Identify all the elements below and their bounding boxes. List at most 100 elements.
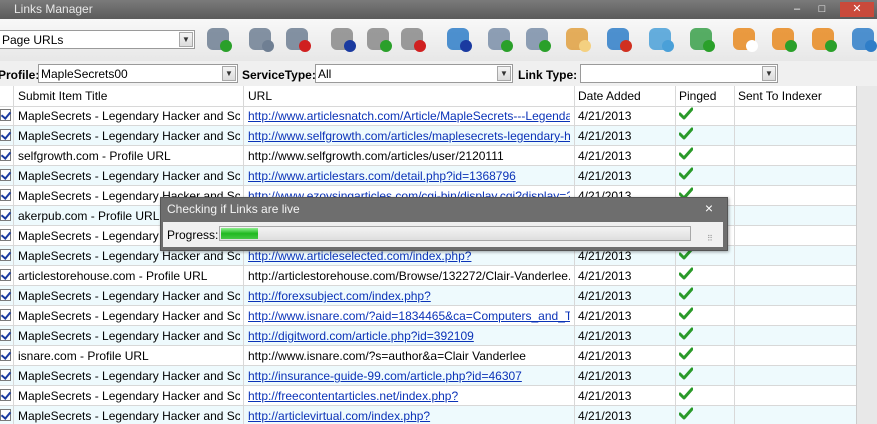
row-checkbox[interactable] <box>0 189 11 201</box>
tag-button[interactable] <box>645 23 677 57</box>
row-url[interactable]: http://www.isnare.com/?s=author&a=Clair … <box>248 349 570 363</box>
link-button[interactable] <box>245 23 277 57</box>
row-title: MapleSecrets - Legendary Hacker and Sc..… <box>18 369 240 383</box>
row-checkbox[interactable] <box>0 169 11 181</box>
row-checkbox[interactable] <box>0 129 11 141</box>
row-url[interactable]: http://www.isnare.com/?aid=1834465&ca=Co… <box>248 309 570 323</box>
table-row[interactable]: MapleSecrets - Legendary Hacker and Sc..… <box>0 126 856 146</box>
checkmark-icon <box>679 307 693 320</box>
row-title: MapleSecrets - Legendary Hacker and Sc..… <box>18 289 240 303</box>
filter-remove-button[interactable] <box>397 23 429 57</box>
column-header-indexer[interactable]: Sent To Indexer <box>738 89 822 103</box>
add-link-button[interactable] <box>203 23 235 57</box>
table-row[interactable]: MapleSecrets - Legendary Hacker and Sc..… <box>0 386 856 406</box>
service-type-value: All <box>318 67 332 81</box>
table-row[interactable]: MapleSecrets - Legendary Hacker and Sc..… <box>0 166 856 186</box>
view-select[interactable]: Page URLs ▼ <box>0 30 195 49</box>
minimize-button[interactable]: – <box>785 2 809 17</box>
column-header-pinged[interactable]: Pinged <box>679 89 716 103</box>
row-checkbox[interactable] <box>0 109 11 121</box>
column-divider <box>574 86 575 424</box>
table-row[interactable]: selfgrowth.com - Profile URL http://www.s… <box>0 146 856 166</box>
filter-check-button[interactable] <box>327 23 359 57</box>
row-checkbox[interactable] <box>0 249 11 261</box>
row-date: 4/21/2013 <box>578 109 632 123</box>
toolbar: Page URLs ▼ <box>0 19 877 62</box>
table-row[interactable]: MapleSecrets - Legendary Hacker and Sc..… <box>0 406 856 424</box>
row-title: MapleSecrets - Legendary Hacker and Sc..… <box>18 409 240 423</box>
row-url[interactable]: http://www.selfgrowth.com/articles/maple… <box>248 129 570 143</box>
table-row[interactable]: MapleSecrets - Legendary Hacker and Sc..… <box>0 106 856 126</box>
row-title: selfgrowth.com - Profile URL <box>18 149 171 163</box>
row-checkbox[interactable] <box>0 349 11 361</box>
window-title: Links Manager <box>14 2 93 16</box>
column-header-title[interactable]: Submit Item Title <box>18 89 107 103</box>
network-button[interactable] <box>443 23 475 57</box>
row-url[interactable]: http://www.articlesnatch.com/Article/Map… <box>248 109 570 123</box>
column-divider <box>734 86 735 424</box>
row-url[interactable]: http://forexsubject.com/index.php? <box>248 289 570 303</box>
globe-button[interactable] <box>603 23 635 57</box>
row-url[interactable]: http://www.articlestars.com/detail.php?i… <box>248 169 570 183</box>
rss-button[interactable] <box>729 23 761 57</box>
row-checkbox[interactable] <box>0 149 11 161</box>
remove-link-button[interactable] <box>282 23 314 57</box>
row-checkbox[interactable] <box>0 229 11 241</box>
table-row[interactable]: isnare.com - Profile URL http://www.isnar… <box>0 346 856 366</box>
links-grid: Submit Item Title URL Date Added Pinged … <box>0 86 856 424</box>
row-date: 4/21/2013 <box>578 249 632 263</box>
view-select-value: Page URLs <box>2 33 64 47</box>
table-row[interactable]: MapleSecrets - Legendary Hacker and Sc..… <box>0 286 856 306</box>
row-checkbox[interactable] <box>0 209 11 221</box>
row-checkbox[interactable] <box>0 309 11 321</box>
filter-up-button[interactable] <box>363 23 395 57</box>
checkmark-icon <box>679 347 693 360</box>
maximize-button[interactable]: □ <box>810 2 834 17</box>
row-checkbox[interactable] <box>0 369 11 381</box>
row-checkbox[interactable] <box>0 329 11 341</box>
close-button[interactable]: ✕ <box>840 2 874 17</box>
row-date: 4/21/2013 <box>578 149 632 163</box>
close-icon[interactable]: × <box>701 200 717 216</box>
grid-button[interactable] <box>562 23 594 57</box>
row-title: MapleSecrets - Legendary Hacker and Sc..… <box>18 169 240 183</box>
table-row[interactable]: articlestorehouse.com - Profile URL http:… <box>0 266 856 286</box>
vertical-scrollbar[interactable] <box>856 86 877 424</box>
profile-select[interactable]: MapleSecrets00 ▼ <box>38 64 238 83</box>
table-row[interactable]: MapleSecrets - Legendary Hacker and Sc..… <box>0 366 856 386</box>
add-bookmark-button[interactable] <box>686 23 718 57</box>
row-url[interactable]: http://digitword.com/article.php?id=3921… <box>248 329 570 343</box>
table-row[interactable]: MapleSecrets - Legendary Hacker and Sc..… <box>0 306 856 326</box>
tag-icon <box>649 28 674 52</box>
row-url[interactable]: http://www.articleselected.com/index.php… <box>248 249 570 263</box>
resize-grip-icon[interactable]: ⠿ <box>707 234 717 244</box>
row-url[interactable]: http://freecontentarticles.net/index.php… <box>248 389 570 403</box>
column-header-date[interactable]: Date Added <box>578 89 641 103</box>
globe-icon <box>607 28 632 52</box>
row-checkbox[interactable] <box>0 289 11 301</box>
row-url[interactable]: http://articlevirtual.com/index.php? <box>248 409 570 423</box>
checkmark-icon <box>679 167 693 180</box>
row-checkbox[interactable] <box>0 389 11 401</box>
checkmark-icon <box>679 127 693 140</box>
chevron-down-icon[interactable]: ▼ <box>497 66 511 81</box>
database-export-button[interactable] <box>484 23 516 57</box>
row-checkbox[interactable] <box>0 269 11 281</box>
link-type-select[interactable]: ▼ <box>580 64 778 83</box>
rss-add-button[interactable] <box>808 23 840 57</box>
chevron-down-icon[interactable]: ▼ <box>222 66 236 81</box>
row-checkbox[interactable] <box>0 409 11 421</box>
chevron-down-icon[interactable]: ▼ <box>762 66 776 81</box>
column-header-url[interactable]: URL <box>248 89 272 103</box>
refresh-button[interactable] <box>848 23 877 57</box>
service-type-select[interactable]: All ▼ <box>315 64 513 83</box>
chevron-down-icon[interactable]: ▼ <box>179 32 193 47</box>
row-url[interactable]: http://insurance-guide-99.com/article.ph… <box>248 369 570 383</box>
search-link-button[interactable] <box>522 23 554 57</box>
row-url[interactable]: http://www.selfgrowth.com/articles/user/… <box>248 149 570 163</box>
progress-fill <box>221 228 259 239</box>
add-link-icon <box>207 28 232 52</box>
rss-info-button[interactable] <box>768 23 800 57</box>
table-row[interactable]: MapleSecrets - Legendary Hacker and Sc..… <box>0 326 856 346</box>
row-url[interactable]: http://articlestorehouse.com/Browse/1322… <box>248 269 570 283</box>
